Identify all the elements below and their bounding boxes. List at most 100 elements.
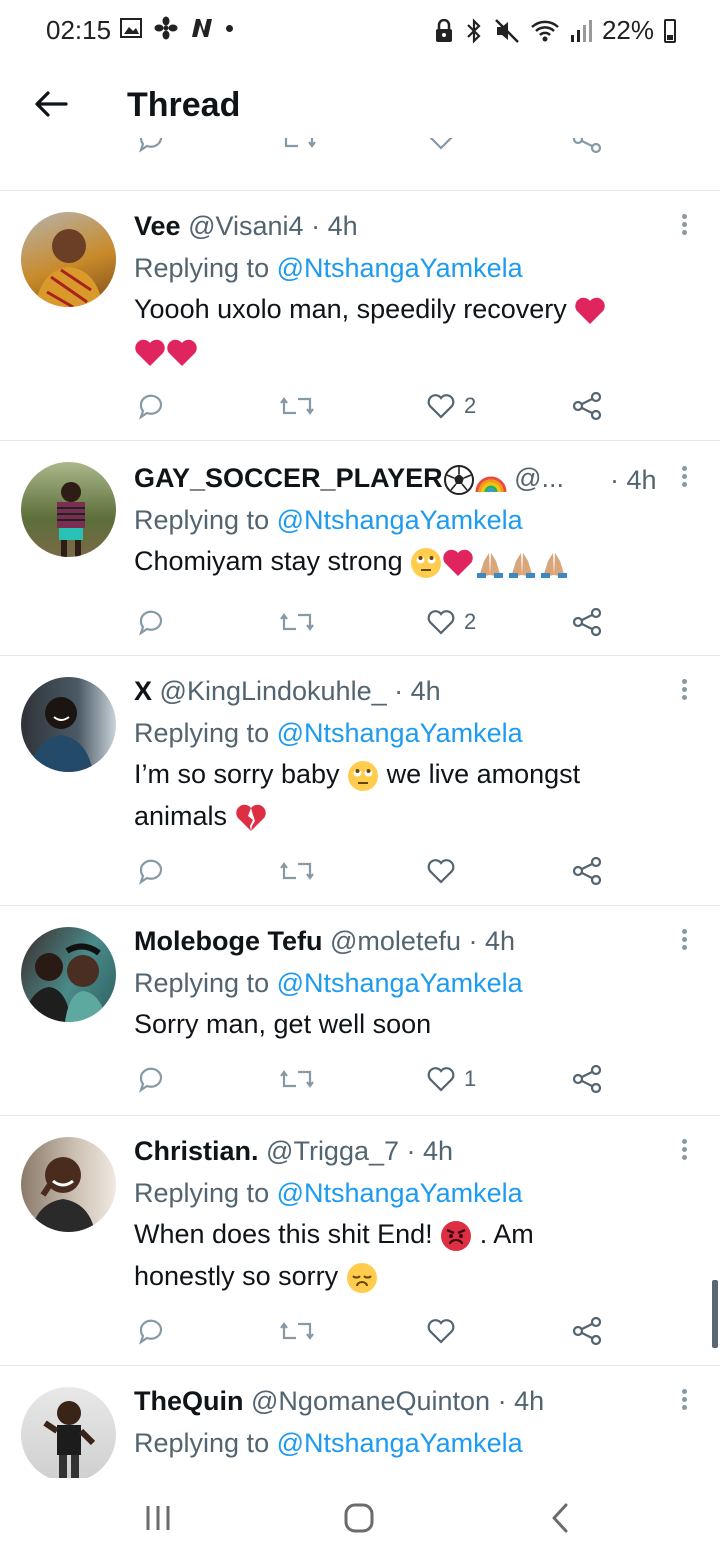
share-button[interactable]	[572, 1311, 602, 1351]
share-button[interactable]	[572, 851, 602, 891]
replying-to: Replying to @NtshangaYamkela	[134, 1428, 523, 1458]
share-icon[interactable]	[572, 138, 602, 154]
share-icon	[572, 1064, 602, 1094]
timestamp[interactable]: · 4h	[394, 676, 441, 706]
reply-button[interactable]	[136, 386, 166, 426]
back-arrow-icon[interactable]	[30, 84, 70, 124]
retweet-button[interactable]	[280, 602, 314, 642]
like-button[interactable]: 1	[426, 1059, 476, 1099]
like-button[interactable]	[426, 1311, 464, 1351]
folded-hands-emoji	[541, 552, 568, 578]
share-icon	[572, 856, 602, 886]
like-icon	[427, 1319, 455, 1344]
timestamp[interactable]: · 4h	[311, 211, 358, 241]
avatar[interactable]	[21, 212, 116, 307]
pouting-face-emoji	[440, 1219, 473, 1252]
handle[interactable]: @Trigga_7	[266, 1136, 399, 1166]
like-button[interactable]: 2	[426, 602, 476, 642]
timestamp[interactable]: · 4h	[610, 462, 657, 498]
avatar[interactable]	[21, 1387, 116, 1478]
scrollbar[interactable]	[712, 1280, 718, 1348]
share-icon	[572, 1316, 602, 1346]
like-icon	[427, 394, 455, 419]
mention-link[interactable]: @NtshangaYamkela	[277, 1428, 523, 1458]
tweet-thequin[interactable]: TheQuin @NgomaneQuinton · 4h Replying to…	[0, 1365, 720, 1478]
like-button[interactable]: 2	[426, 386, 476, 426]
back-icon[interactable]	[548, 1502, 572, 1534]
tweet-gay-soccer-player[interactable]: GAY_SOCCER_PLAYER @... Replying to @Ntsh…	[0, 440, 720, 655]
tweet-vee[interactable]: Vee @Visani4 · 4h Replying to @NtshangaY…	[0, 190, 720, 440]
handle[interactable]: @Visani4	[188, 211, 303, 241]
handle[interactable]: @moletefu	[330, 926, 461, 956]
retweet-button[interactable]	[280, 1311, 314, 1351]
home-icon[interactable]	[343, 1502, 375, 1534]
like-icon[interactable]	[426, 138, 456, 152]
timestamp[interactable]: · 4h	[498, 1386, 545, 1416]
display-name[interactable]: Christian.	[134, 1136, 259, 1166]
like-button[interactable]	[426, 851, 464, 891]
recent-apps-icon[interactable]	[144, 1504, 172, 1532]
handle[interactable]: @NgomaneQuinton	[251, 1386, 490, 1416]
more-options-icon[interactable]	[682, 466, 690, 490]
display-name[interactable]: GAY_SOCCER_PLAYER	[134, 463, 443, 493]
retweet-button[interactable]	[280, 386, 314, 426]
share-button[interactable]	[572, 386, 602, 426]
display-name[interactable]: TheQuin	[134, 1386, 244, 1416]
timestamp[interactable]: · 4h	[469, 926, 516, 956]
mention-link[interactable]: @NtshangaYamkela	[277, 505, 523, 535]
more-options-icon[interactable]	[682, 929, 690, 953]
more-options-icon[interactable]	[682, 1139, 690, 1163]
mention-link[interactable]: @NtshangaYamkela	[277, 253, 523, 283]
tweet-x[interactable]: X @KingLindokuhle_ · 4h Replying to @Nts…	[0, 655, 720, 905]
retweet-icon	[280, 613, 314, 631]
display-name[interactable]: Vee	[134, 211, 181, 241]
display-name[interactable]: X	[134, 676, 152, 706]
image-icon	[120, 18, 142, 38]
disappointed-face-emoji	[345, 1261, 378, 1294]
like-icon	[427, 610, 455, 635]
reply-button[interactable]	[136, 602, 166, 642]
status-time: 02:15	[46, 15, 112, 45]
like-icon	[427, 1067, 455, 1092]
reply-button[interactable]	[136, 851, 166, 891]
timestamp[interactable]: · 4h	[407, 1136, 454, 1166]
mention-link[interactable]: @NtshangaYamkela	[277, 1178, 523, 1208]
mention-link[interactable]: @NtshangaYamkela	[277, 968, 523, 998]
retweet-button[interactable]	[280, 851, 314, 891]
retweet-icon	[280, 862, 314, 880]
avatar[interactable]	[21, 927, 116, 1022]
dot-icon	[226, 24, 233, 32]
more-options-icon[interactable]	[682, 679, 690, 703]
more-options-icon[interactable]	[682, 214, 690, 238]
folded-hands-emoji	[477, 552, 504, 578]
more-options-icon[interactable]	[682, 1389, 690, 1413]
handle[interactable]: @...	[514, 463, 564, 493]
tweet-moleboge-tefu[interactable]: Moleboge Tefu @moletefu · 4h Replying to…	[0, 905, 720, 1115]
reply-icon	[139, 394, 163, 419]
avatar[interactable]	[21, 462, 116, 557]
retweet-icon	[280, 1322, 314, 1340]
tweet-text: Chomiyam stay strong	[134, 540, 670, 582]
reply-icon	[139, 610, 163, 635]
share-button[interactable]	[572, 1059, 602, 1099]
replying-to: Replying to @NtshangaYamkela	[134, 968, 523, 998]
replying-to: Replying to @NtshangaYamkela	[134, 718, 523, 748]
reply-button[interactable]	[136, 1311, 166, 1351]
tweet-christian[interactable]: Christian. @Trigga_7 · 4h Replying to @N…	[0, 1115, 720, 1365]
retweet-icon[interactable]	[282, 138, 316, 154]
share-button[interactable]	[572, 602, 602, 642]
rainbow-emoji	[475, 476, 507, 494]
mention-link[interactable]: @NtshangaYamkela	[277, 718, 523, 748]
retweet-button[interactable]	[280, 1059, 314, 1099]
soccer-ball-emoji	[443, 464, 474, 495]
avatar[interactable]	[21, 1137, 116, 1232]
reply-icon[interactable]	[136, 138, 166, 154]
reply-button[interactable]	[136, 1059, 166, 1099]
handle[interactable]: @KingLindokuhle_	[160, 676, 387, 706]
display-name[interactable]: Moleboge Tefu	[134, 926, 323, 956]
avatar[interactable]	[21, 677, 116, 772]
red-heart-emoji	[443, 549, 473, 576]
share-icon	[572, 391, 602, 421]
like-icon	[427, 859, 455, 884]
like-count: 2	[464, 609, 477, 634]
